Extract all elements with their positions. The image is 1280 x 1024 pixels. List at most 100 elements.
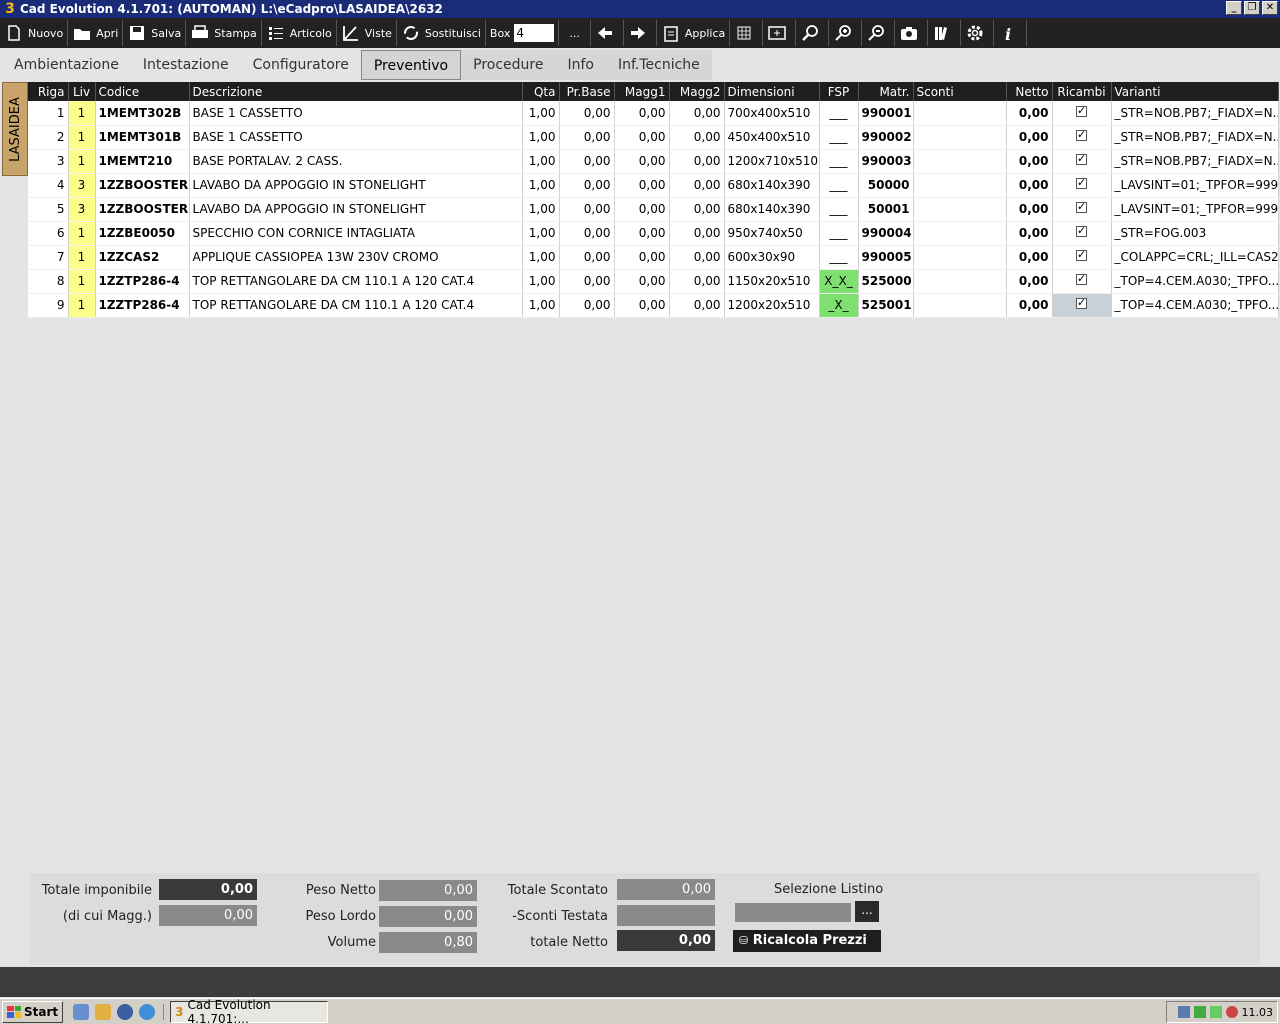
cell-descrizione[interactable]: SPECCHIO CON CORNICE INTAGLIATA [189,221,523,246]
cell-magg2[interactable]: 0,00 [669,245,725,270]
cell-prbase[interactable]: 0,00 [559,173,615,198]
cell-prbase[interactable]: 0,00 [559,149,615,174]
cell-netto[interactable]: 0,00 [1006,125,1053,150]
ricambi-checkbox[interactable] [1076,176,1087,189]
tray-clock[interactable]: 11.03 [1242,1006,1274,1019]
table-row[interactable]: 6 1 1ZZBE0050 SPECCHIO CON CORNICE INTAGLIA… [28,221,1279,246]
col-header-dimensioni[interactable]: Dimensioni [724,82,820,101]
cell-prbase[interactable]: 0,00 [559,221,615,246]
cell-sconti[interactable] [913,245,1007,270]
cell-magg2[interactable]: 0,00 [669,101,725,126]
ricambi-checkbox[interactable] [1076,272,1087,285]
cell-fsp[interactable]: X_X_ [819,269,859,294]
sostituisci-button[interactable]: Sostituisci [397,20,486,46]
apri-button[interactable]: Apri [68,20,124,46]
col-header-fsp[interactable]: FSP [819,82,859,101]
cell-riga[interactable]: 1 [28,101,69,126]
cell-dimensioni[interactable]: 700x400x510 [724,101,820,126]
tray-alert-icon[interactable] [1225,1006,1238,1018]
cell-magg2[interactable]: 0,00 [669,293,725,318]
cell-matr[interactable]: 525000 [858,269,914,294]
cell-matr[interactable]: 50001 [858,197,914,222]
quicklaunch-folder-icon[interactable] [95,1003,112,1020]
tab-preventivo[interactable]: Preventivo [360,50,462,80]
cell-magg2[interactable]: 0,00 [669,221,725,246]
cell-magg2[interactable]: 0,00 [669,149,725,174]
cell-matr[interactable]: 50000 [858,173,914,198]
close-button[interactable]: ✕ [1262,1,1278,15]
tab-ambientazione[interactable]: Ambientazione [2,50,131,80]
applica-button[interactable]: Applica [657,20,731,46]
articolo-button[interactable]: Articolo [262,20,337,46]
cell-sconti[interactable] [913,173,1007,198]
cell-dimensioni[interactable]: 1150x20x510 [724,269,820,294]
tray-network-icon[interactable] [1177,1006,1190,1018]
cell-dimensioni[interactable]: 950x740x50 [724,221,820,246]
camera-button[interactable] [895,20,929,46]
cell-ricambi[interactable] [1052,173,1112,198]
col-header-ricambi[interactable]: Ricambi [1052,82,1112,101]
side-tab-lasaidea[interactable]: LASAIDEA [2,82,28,176]
cell-fsp[interactable]: ___ [819,125,859,150]
cell-ricambi[interactable] [1052,269,1112,294]
cell-qta[interactable]: 1,00 [522,197,560,222]
table-row[interactable]: 7 1 1ZZCAS2 APPLIQUE CASSIOPEA 13W 230V CRO… [28,245,1279,270]
cell-prbase[interactable]: 0,00 [559,245,615,270]
cell-magg1[interactable]: 0,00 [614,101,670,126]
stampa-button[interactable]: Stampa [186,20,262,46]
minimize-button[interactable]: _ [1226,1,1242,15]
quicklaunch-media-icon[interactable] [117,1003,134,1020]
cell-dimensioni[interactable]: 1200x20x510 [724,293,820,318]
cell-varianti[interactable]: _COLAPPC=CRL;_ILL=CAS2 [1111,245,1279,270]
zoom-in-button[interactable] [829,20,863,46]
ricambi-checkbox[interactable] [1076,104,1087,117]
cell-liv[interactable]: 1 [68,245,96,270]
col-header-riga[interactable]: Riga [28,82,69,101]
cell-prbase[interactable]: 0,00 [559,269,615,294]
cell-netto[interactable]: 0,00 [1006,197,1053,222]
restore-button[interactable]: ❐ [1244,1,1260,15]
ricambi-checkbox[interactable] [1076,224,1087,237]
cell-magg2[interactable]: 0,00 [669,125,725,150]
table-row[interactable]: 9 1 1ZZTP286-4 TOP RETTANGOLARE DA CM 110.1… [28,293,1279,318]
quicklaunch-browser-icon[interactable] [73,1003,90,1020]
cell-magg1[interactable]: 0,00 [614,125,670,150]
cell-sconti[interactable] [913,197,1007,222]
col-header-magg1[interactable]: Magg1 [614,82,670,101]
ricalcola-prezzi-button[interactable]: ⛁ Ricalcola Prezzi [733,930,881,952]
col-header-magg2[interactable]: Magg2 [669,82,725,101]
viste-button[interactable]: Viste [337,20,397,46]
col-header-codice[interactable]: Codice [95,82,190,101]
cell-codice[interactable]: 1ZZBE0050 [95,221,190,246]
table-row[interactable]: 4 3 1ZZBOOSTER LAVABO DA APPOGGIO IN STONEL… [28,173,1279,198]
cell-dimensioni[interactable]: 680x140x390 [724,197,820,222]
cell-sconti[interactable] [913,269,1007,294]
cell-riga[interactable]: 5 [28,197,69,222]
cell-codice[interactable]: 1MEMT301B [95,125,190,150]
cell-descrizione[interactable]: APPLIQUE CASSIOPEA 13W 230V CROMO [189,245,523,270]
cell-magg2[interactable]: 0,00 [669,173,725,198]
tab-info[interactable]: Info [555,50,606,80]
cell-riga[interactable]: 7 [28,245,69,270]
cell-codice[interactable]: 1MEMT210 [95,149,190,174]
cell-codice[interactable]: 1ZZBOOSTER [95,197,190,222]
grid-tool-button[interactable] [730,20,764,46]
cell-ricambi[interactable] [1052,221,1112,246]
cell-sconti[interactable] [913,293,1007,318]
cell-matr[interactable]: 990005 [858,245,914,270]
cell-liv[interactable]: 1 [68,125,96,150]
col-header-matr[interactable]: Matr. [858,82,914,101]
cell-fsp[interactable]: _X_ [819,293,859,318]
cell-codice[interactable]: 1ZZCAS2 [95,245,190,270]
col-header-liv[interactable]: Liv [68,82,96,101]
selezione-listino-field[interactable] [735,903,851,922]
cell-codice[interactable]: 1MEMT302B [95,101,190,126]
cell-qta[interactable]: 1,00 [522,221,560,246]
cell-descrizione[interactable]: LAVABO DA APPOGGIO IN STONELIGHT [189,197,523,222]
cell-descrizione[interactable]: BASE PORTALAV. 2 CASS. [189,149,523,174]
settings-button[interactable] [961,20,995,46]
cell-ricambi[interactable] [1052,245,1112,270]
cell-varianti[interactable]: _TOP=4.CEM.A030;_TPFO... [1111,293,1279,318]
cell-magg2[interactable]: 0,00 [669,197,725,222]
cell-netto[interactable]: 0,00 [1006,173,1053,198]
